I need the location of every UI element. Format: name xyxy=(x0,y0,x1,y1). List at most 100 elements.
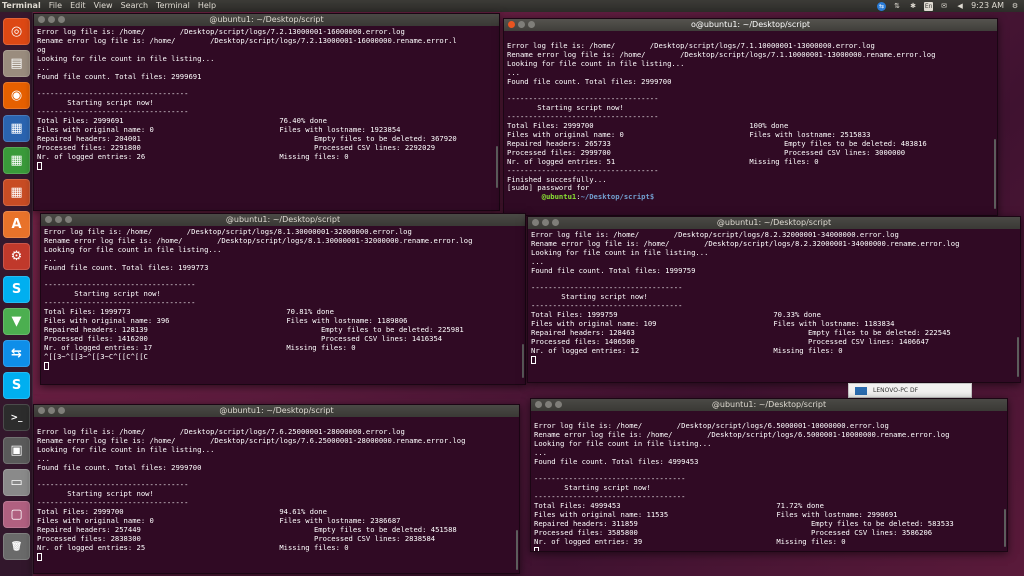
close-button[interactable] xyxy=(532,219,539,226)
terminal-output[interactable]: Error log file is: /home/ /Desktop/scrip… xyxy=(531,411,1007,551)
terminal-window-5[interactable]: @ubuntu1: ~/Desktop/script Error log fil… xyxy=(33,404,520,574)
notification-lenovo[interactable]: LENOVO-PC DF xyxy=(848,383,972,398)
window-titlebar[interactable]: @ubuntu1: ~/Desktop/script xyxy=(34,14,499,26)
minimize-button[interactable] xyxy=(542,219,549,226)
cursor-line xyxy=(44,361,522,372)
window-icon[interactable]: ▢ xyxy=(3,501,30,528)
scrollbar[interactable] xyxy=(496,146,498,188)
window-titlebar[interactable]: @ubuntu1: ~/Desktop/script xyxy=(41,214,525,226)
app-name: Terminal xyxy=(2,1,41,10)
network-icon[interactable]: ⇅ xyxy=(892,2,902,11)
scrollbar[interactable] xyxy=(1004,509,1006,547)
bluetooth-icon[interactable]: ✱ xyxy=(908,2,918,11)
maximize-button[interactable] xyxy=(58,407,65,414)
maximize-button[interactable] xyxy=(58,16,65,23)
terminal-line: Nr. of logged entries: 25 Missing files:… xyxy=(37,542,349,552)
terminal-window-4[interactable]: @ubuntu1: ~/Desktop/script Error log fil… xyxy=(527,216,1021,383)
terminal-output[interactable]: Error log file is: /home/ /Desktop/scrip… xyxy=(504,31,997,202)
window-controls xyxy=(508,21,535,28)
terminal-line: ^[[3~^[[3~^[[3~C^[[C^[[C xyxy=(44,351,148,361)
minimize-button[interactable] xyxy=(48,16,55,23)
window-titlebar[interactable]: @ubuntu1: ~/Desktop/script xyxy=(531,399,1007,411)
window-controls xyxy=(535,401,562,408)
terminal-window-6[interactable]: @ubuntu1: ~/Desktop/script Error log fil… xyxy=(530,398,1008,552)
maximize-button[interactable] xyxy=(552,219,559,226)
skype-icon[interactable]: S xyxy=(3,275,30,303)
terminal-line: Found file count. Total files: 1999759 xyxy=(531,265,696,275)
settings-icon[interactable]: ⚙ xyxy=(3,243,30,271)
close-button[interactable] xyxy=(45,216,52,223)
cursor-line xyxy=(531,355,1017,366)
window-titlebar[interactable]: @ubuntu1: ~/Desktop/script xyxy=(34,405,519,417)
window-title: o@ubuntu1: ~/Desktop/script xyxy=(690,20,811,29)
terminal-window-2[interactable]: o@ubuntu1: ~/Desktop/script Error log fi… xyxy=(503,18,998,216)
scrollbar[interactable] xyxy=(516,530,518,570)
menu-file[interactable]: File xyxy=(45,0,66,12)
terminal-line: Looking for file count in file listing..… xyxy=(507,58,685,68)
scrollbar[interactable] xyxy=(1017,337,1019,377)
terminal-output[interactable]: Error log file is: /home/ /Desktop/scrip… xyxy=(41,226,525,372)
install-icon[interactable]: ▼ xyxy=(3,307,30,335)
trash-icon[interactable]: 🗑 xyxy=(3,533,30,561)
workspaces-icon[interactable]: ▣ xyxy=(3,436,30,464)
ubuntu-dash-icon[interactable]: ◎ xyxy=(3,18,30,45)
cursor-line xyxy=(37,161,496,172)
menu-edit[interactable]: Edit xyxy=(66,0,90,12)
window-controls xyxy=(38,407,65,414)
close-button[interactable] xyxy=(508,21,515,28)
volume-icon[interactable]: ◀ xyxy=(955,2,965,11)
terminal-output[interactable]: Error log file is: /home/ /Desktop/scrip… xyxy=(528,229,1020,366)
teamviewer-icon[interactable]: ⇆ xyxy=(3,340,30,367)
scrollbar[interactable] xyxy=(522,344,524,378)
minimize-button[interactable] xyxy=(518,21,525,28)
menu-view[interactable]: View xyxy=(90,0,117,12)
close-button[interactable] xyxy=(535,401,542,408)
window-titlebar[interactable]: @ubuntu1: ~/Desktop/script xyxy=(528,217,1020,229)
software-center-icon[interactable]: A xyxy=(3,211,30,239)
menu-terminal[interactable]: Terminal xyxy=(152,0,194,12)
minimize-button[interactable] xyxy=(545,401,552,408)
close-button[interactable] xyxy=(38,407,45,414)
window-title: @ubuntu1: ~/Desktop/script xyxy=(209,15,324,24)
prompt-user: @ubuntu1 xyxy=(507,192,577,202)
text-cursor xyxy=(37,552,42,561)
mail-icon[interactable]: ✉ xyxy=(939,2,949,11)
scrollbar[interactable] xyxy=(994,139,996,209)
terminal-output[interactable]: Error log file is: /home/ /Desktop/scrip… xyxy=(34,26,499,172)
terminal-line: Looking for file count in file listing..… xyxy=(534,438,712,448)
close-button[interactable] xyxy=(38,16,45,23)
minimize-button[interactable] xyxy=(48,407,55,414)
terminal-line: Looking for file count in file listing..… xyxy=(37,444,215,454)
maximize-button[interactable] xyxy=(555,401,562,408)
skype2-icon[interactable]: S xyxy=(3,372,30,400)
terminal-window-1[interactable]: @ubuntu1: ~/Desktop/script Error log fil… xyxy=(33,13,500,211)
keyboard-layout-indicator[interactable]: En xyxy=(924,1,934,11)
terminal-line: Looking for file count in file listing..… xyxy=(44,244,222,254)
shell-prompt: @ubuntu1:~/Desktop/script$ xyxy=(507,192,655,202)
gear-icon[interactable]: ⚙ xyxy=(1010,2,1020,11)
drive-icon[interactable]: ▭ xyxy=(3,468,30,496)
maximize-button[interactable] xyxy=(65,216,72,223)
teamviewer-tray-icon[interactable]: ⇆ xyxy=(877,1,887,11)
menu-help[interactable]: Help xyxy=(194,0,220,12)
window-titlebar[interactable]: o@ubuntu1: ~/Desktop/script xyxy=(504,19,997,31)
terminal-line: Found file count. Total files: 2999700 xyxy=(507,76,672,86)
terminal-line: Found file count. Total files: 2999700 xyxy=(37,462,202,472)
terminal-window-3[interactable]: @ubuntu1: ~/Desktop/script Error log fil… xyxy=(40,213,526,385)
minimize-button[interactable] xyxy=(55,216,62,223)
firefox-icon[interactable]: ◉ xyxy=(3,82,30,110)
terminal-line: Looking for file count in file listing..… xyxy=(37,53,215,63)
terminal-icon[interactable]: >_ xyxy=(3,404,30,432)
terminal-line: Found file count. Total files: 2999691 xyxy=(37,71,202,81)
menu-search[interactable]: Search xyxy=(117,0,152,12)
writer-icon[interactable]: ▦ xyxy=(3,114,30,142)
terminal-output[interactable]: Error log file is: /home/ /Desktop/scrip… xyxy=(34,417,519,563)
maximize-button[interactable] xyxy=(528,21,535,28)
impress-icon[interactable]: ▦ xyxy=(3,179,30,206)
window-controls xyxy=(38,16,65,23)
clock[interactable]: 9:23 AM xyxy=(971,0,1004,12)
window-title: @ubuntu1: ~/Desktop/script xyxy=(711,400,827,409)
files-icon[interactable]: ▤ xyxy=(3,50,30,78)
menu-bar: Terminal File Edit View Search Terminal … xyxy=(0,0,220,12)
calc-icon[interactable]: ▦ xyxy=(3,146,30,174)
